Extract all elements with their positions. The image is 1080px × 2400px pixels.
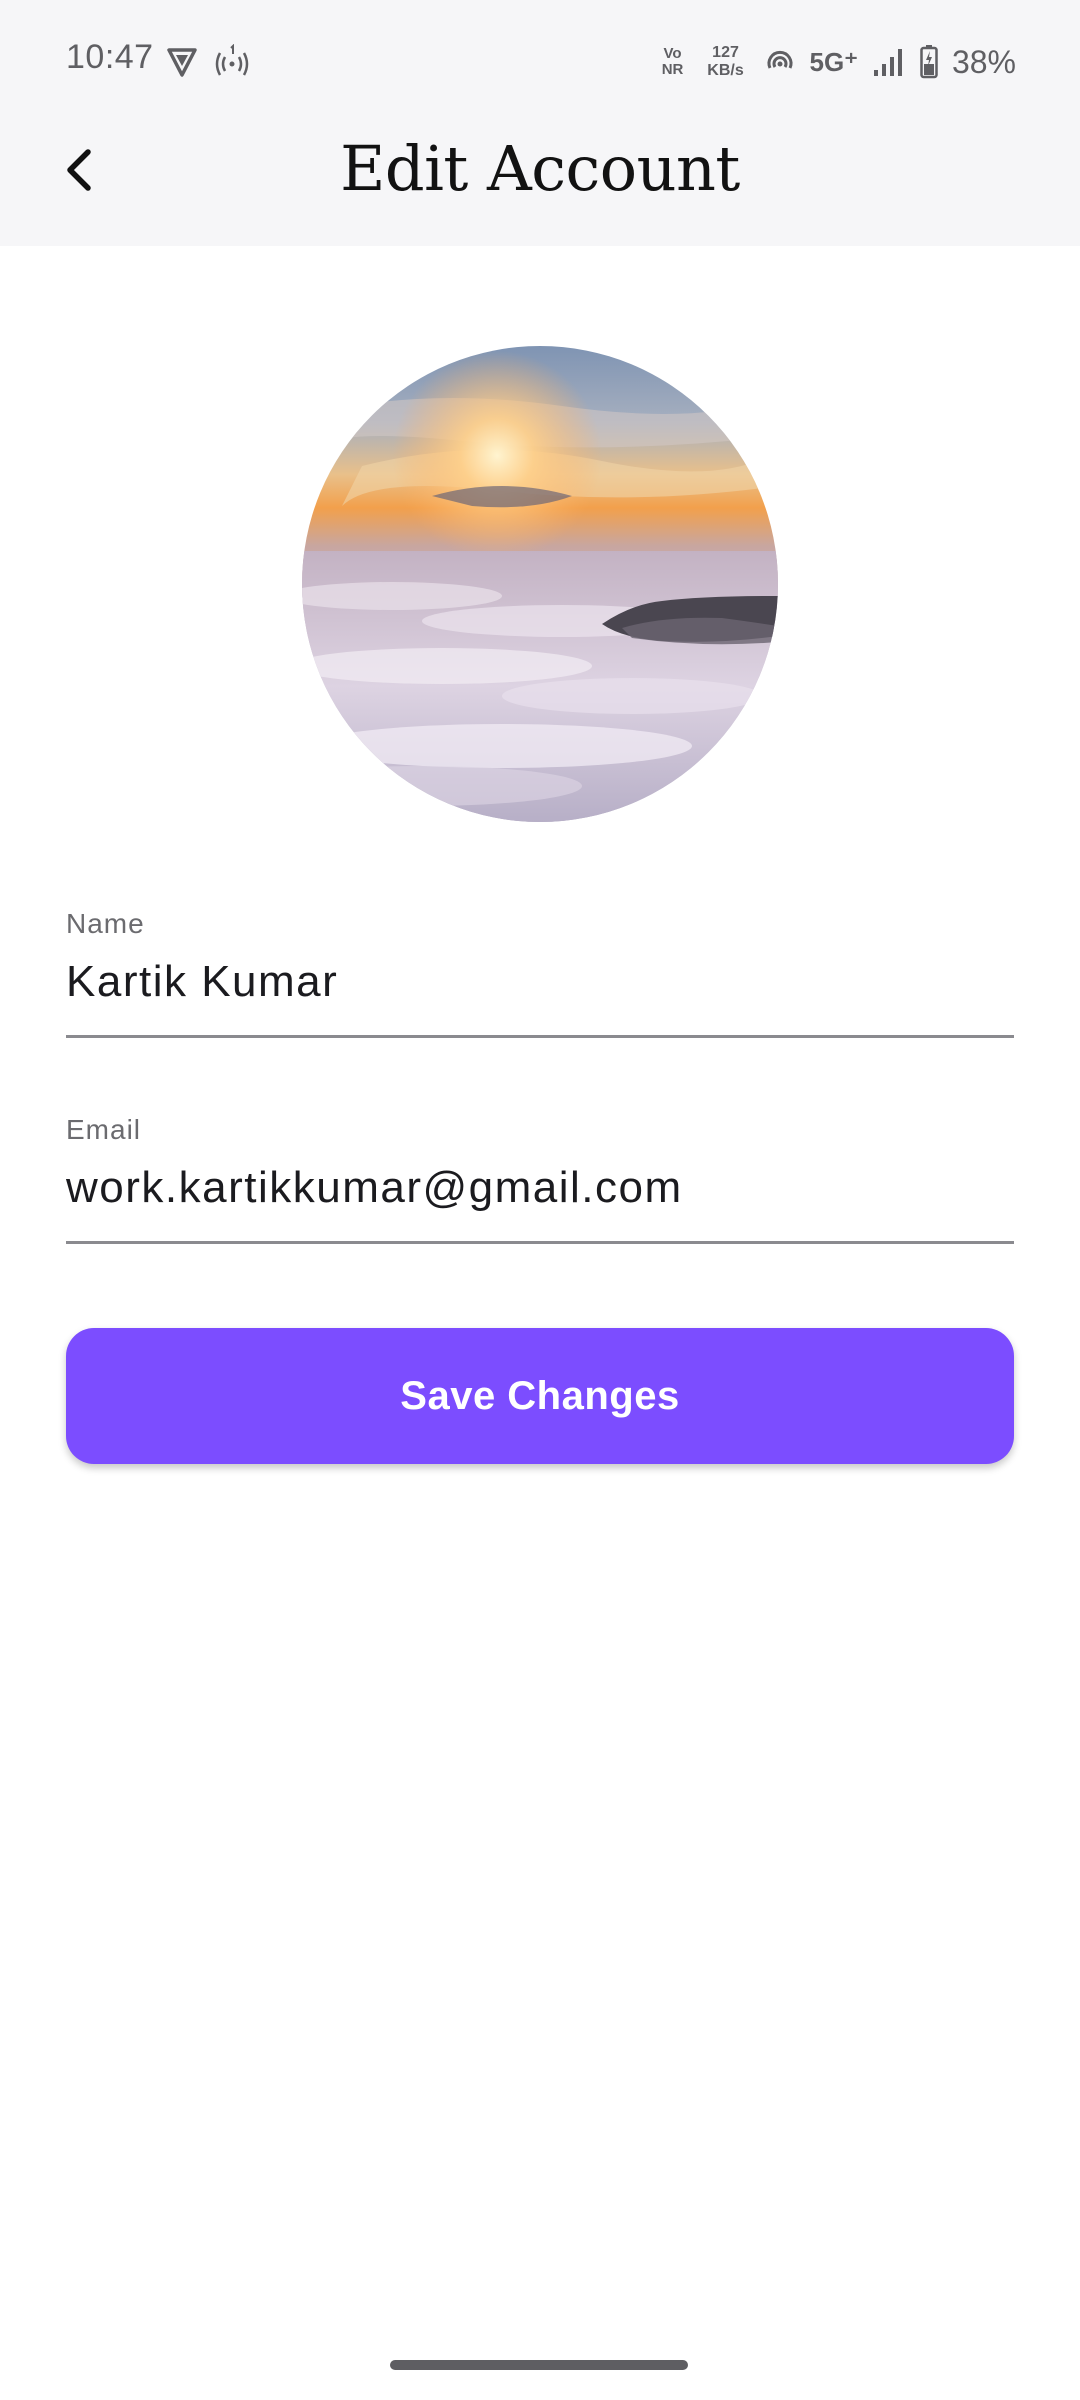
name-field: Name — [66, 908, 1014, 1038]
network-type: 5G⁺ — [809, 46, 858, 77]
profile-photo — [302, 346, 778, 822]
vonr-top-text: Vo — [663, 45, 682, 62]
hotspot-icon — [212, 43, 252, 80]
signal-icon — [872, 46, 906, 78]
name-label: Name — [66, 908, 145, 939]
battery-icon — [920, 45, 938, 79]
vonr-icon: Vo NR — [658, 46, 688, 78]
email-label: Email — [66, 1114, 142, 1145]
email-field: Email — [66, 1114, 1014, 1244]
email-input[interactable] — [66, 1158, 1014, 1218]
email-underline — [66, 1241, 1014, 1244]
name-underline — [66, 1035, 1014, 1038]
status-right-group: Vo NR 127 KB/s 5G⁺ 38% — [658, 40, 1016, 84]
profile-avatar[interactable] — [302, 346, 778, 822]
network-speed-icon: 127 KB/s — [702, 44, 750, 80]
battery-percent: 38% — [951, 43, 1016, 80]
status-time: 10:47 — [66, 38, 154, 76]
header-area: 10:47 Vo NR 127 KB/s 5G⁺ 38% Edit Accoun… — [0, 0, 1080, 246]
network-speed-unit: KB/s — [707, 62, 744, 79]
vonr-bottom-text: NR — [661, 61, 684, 78]
wifi-calling-icon — [764, 46, 796, 78]
name-input[interactable] — [66, 952, 1014, 1012]
page-title: Edit Account — [340, 132, 740, 205]
app-bar: Edit Account — [0, 124, 1080, 246]
save-changes-button[interactable]: Save Changes — [66, 1328, 1014, 1464]
network-speed-value: 127 — [712, 44, 739, 61]
home-indicator[interactable] — [390, 2360, 688, 2370]
vpn-shield-icon — [164, 44, 200, 80]
status-bar: 10:47 Vo NR 127 KB/s 5G⁺ 38% — [0, 0, 1080, 124]
